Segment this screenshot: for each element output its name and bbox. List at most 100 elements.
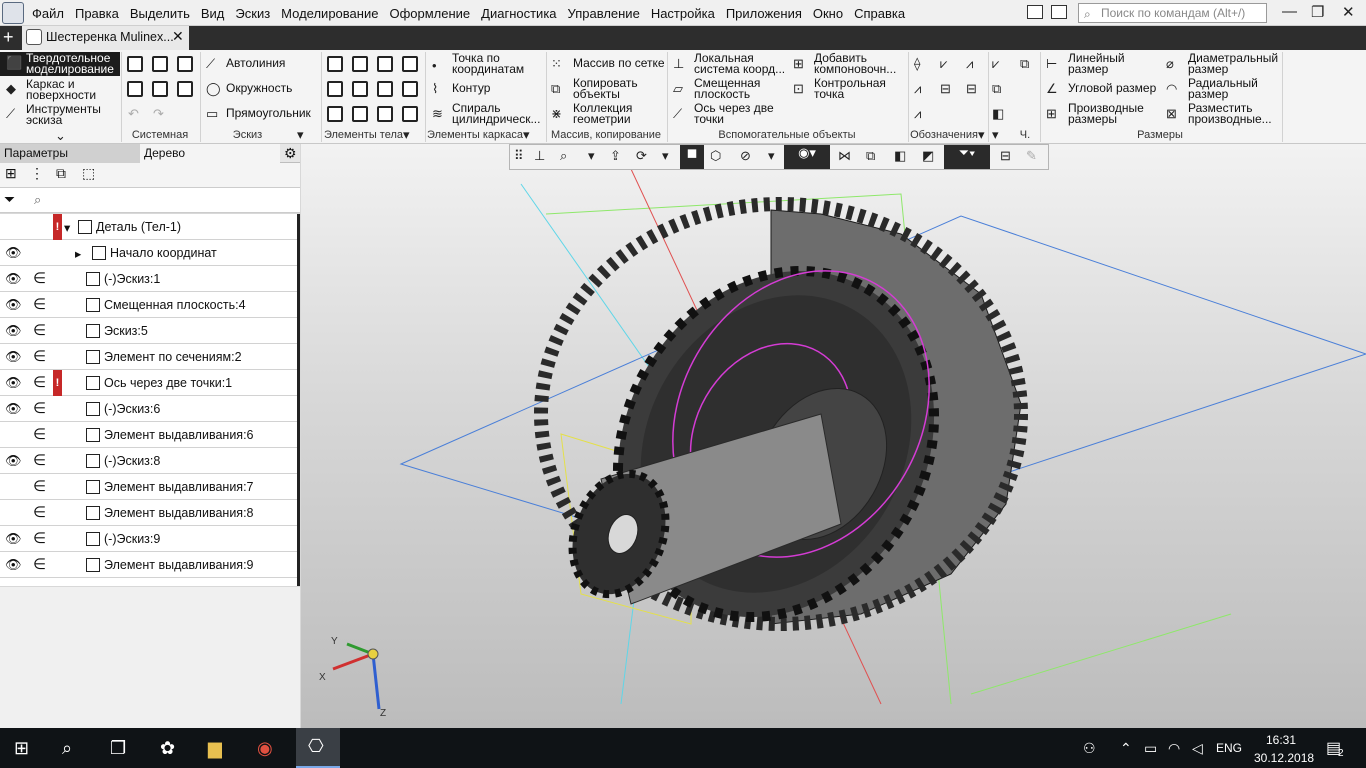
visibility-icon[interactable]: ◉▾ — [784, 145, 830, 169]
undo-icon[interactable]: ↶ — [128, 106, 139, 122]
section-view-icon[interactable]: ⋈ — [838, 148, 851, 164]
tree-row[interactable]: 👁 ∈ Смещенная плоскость:4 — [0, 292, 297, 318]
orientation-icon[interactable]: ⊥ — [534, 148, 545, 164]
menu-item[interactable]: Вид — [201, 6, 225, 21]
circle-button[interactable]: Окружность — [226, 82, 292, 94]
mode-surfaces[interactable]: Каркас и поверхности — [26, 78, 96, 101]
language-indicator[interactable]: ENG — [1216, 741, 1242, 755]
linear-dimension-button[interactable]: Линейный размер — [1068, 52, 1125, 75]
place-derived-button[interactable]: Разместить производные... — [1188, 102, 1272, 125]
grid-array-button[interactable]: Массив по сетке — [573, 57, 665, 69]
tree-row[interactable]: 👁 ∈ (-)Эскиз:6 — [0, 396, 297, 422]
tree-filter[interactable]: ⏷ ⌕ — [0, 187, 300, 213]
fillet-icon[interactable] — [327, 106, 343, 122]
windows-start-icon[interactable]: ⊞ — [14, 738, 29, 759]
menu-item[interactable]: Окно — [813, 6, 843, 21]
local-cs-button[interactable]: Локальная система коорд... — [694, 52, 785, 75]
layers-icon[interactable]: ⧉ — [866, 148, 875, 164]
explorer-icon[interactable]: ▆ — [208, 738, 222, 759]
copy-objects-button[interactable]: Копировать объекты — [573, 77, 638, 100]
gear-icon[interactable]: ⚙ — [284, 145, 297, 162]
chrome-icon[interactable]: ◉ — [257, 738, 273, 759]
cut-rotate-icon[interactable] — [352, 81, 368, 97]
panel-icon[interactable] — [1051, 5, 1067, 19]
geometry-collection-button[interactable]: Коллекция геометрии — [573, 102, 632, 125]
people-icon[interactable]: ⚇ — [1083, 740, 1096, 757]
relation-icon[interactable]: ∈ — [33, 451, 46, 469]
collapse-icon[interactable]: ▾ — [64, 220, 70, 235]
paint-icon[interactable]: ✿ — [160, 738, 175, 759]
tree-row[interactable]: ! ▾ Деталь (Тел-1) — [0, 214, 297, 240]
derived-dimensions-button[interactable]: Производные размеры — [1068, 102, 1144, 125]
view-icon[interactable]: ⧉ — [992, 81, 1001, 97]
tree-row[interactable]: 👁 ∈ (-)Эскиз:1 — [0, 266, 297, 292]
eye-icon[interactable]: 👁 — [5, 323, 22, 339]
cut-loft-icon[interactable] — [377, 81, 393, 97]
tree-row[interactable]: 👁 ∈ (-)Эскиз:8 — [0, 448, 297, 474]
rotate-view-icon[interactable]: ⟳ — [636, 148, 647, 164]
relation-icon[interactable]: ∈ — [33, 269, 46, 287]
filter-icon[interactable]: ⏷▾ — [944, 145, 990, 169]
eye-icon[interactable]: 👁 — [5, 245, 22, 261]
clock-time[interactable]: 16:31 — [1266, 733, 1296, 747]
menu-item[interactable]: Диагностика — [481, 6, 556, 21]
kompas-taskbar-button[interactable]: ⎔ — [296, 728, 340, 768]
perspective-icon[interactable]: ◩ — [922, 148, 934, 164]
radial-dimension-button[interactable]: Радиальный размер — [1188, 77, 1258, 100]
relation-icon[interactable]: ∈ — [33, 503, 46, 521]
menu-item[interactable]: Справка — [854, 6, 905, 21]
search-icon[interactable]: ⌕ — [62, 738, 72, 759]
filter-icon[interactable]: ⏷ — [4, 191, 15, 208]
chamfer-icon[interactable] — [352, 106, 368, 122]
axis-two-points-button[interactable]: Ось через две точки — [694, 102, 774, 125]
contour-button[interactable]: Контур — [452, 82, 490, 94]
zoom-icon[interactable]: ⌕ — [560, 148, 567, 164]
eye-icon[interactable]: 👁 — [5, 271, 22, 287]
battery-icon[interactable]: ▭ — [1144, 740, 1157, 757]
redo-icon[interactable]: ↷ — [153, 106, 164, 122]
mark-icon[interactable]: ⩘ — [914, 81, 921, 97]
tree-row[interactable]: 👁 ∈ Элемент выдавливания:9 — [0, 552, 297, 578]
display-icon[interactable]: ◧ — [894, 148, 906, 164]
properties-icon[interactable] — [152, 81, 168, 97]
delete-icon[interactable] — [177, 81, 193, 97]
eye-icon[interactable]: 👁 — [5, 401, 22, 417]
model-viewport[interactable]: Y X Z — [301, 144, 1366, 728]
clock-date[interactable]: 30.12.2018 — [1254, 751, 1314, 765]
menu-item[interactable]: Эскиз — [235, 6, 270, 21]
roughness-icon[interactable]: ⩗ — [940, 56, 947, 72]
sweep-icon[interactable] — [402, 56, 418, 72]
menu-item[interactable]: Приложения — [726, 6, 802, 21]
offset-plane-button[interactable]: Смещенная плоскость — [694, 77, 760, 100]
task-view-icon[interactable]: ❐ — [110, 738, 126, 759]
relation-icon[interactable]: ∈ — [33, 425, 46, 443]
dropdown-icon[interactable]: ▾ — [662, 148, 669, 164]
hide-icon[interactable]: ⊘ — [740, 148, 751, 164]
layout-icon[interactable] — [1027, 5, 1043, 19]
new-file-icon[interactable] — [127, 56, 143, 72]
tree-view-icon[interactable]: ⧉ — [56, 165, 66, 182]
tray-arrow-icon[interactable]: ⌃ — [1120, 740, 1132, 757]
tab-tree[interactable]: Дерево — [140, 144, 280, 163]
save-file-icon[interactable] — [177, 56, 193, 72]
open-file-icon[interactable] — [152, 56, 168, 72]
weld-icon[interactable]: ⩘ — [914, 106, 921, 122]
relation-icon[interactable]: ∈ — [33, 399, 46, 417]
dropdown-icon[interactable]: ▾ — [992, 127, 999, 143]
select-icon[interactable]: ⬚ — [82, 165, 95, 182]
wifi-icon[interactable]: ◠ — [1168, 740, 1180, 757]
print-icon[interactable] — [127, 81, 143, 97]
rib-icon[interactable] — [402, 106, 418, 122]
section-icon[interactable]: ◧ — [992, 106, 1004, 122]
wireframe-icon[interactable]: ⬡ — [710, 148, 721, 164]
expand-icon[interactable]: ⌄ — [55, 128, 66, 144]
tree-structure-icon[interactable]: ⊞ — [5, 165, 17, 182]
point-by-coords-button[interactable]: Точка по координатам — [452, 52, 524, 75]
leader-icon[interactable]: ⩘ — [966, 56, 973, 72]
tolerance-icon[interactable]: ⊟ — [966, 81, 977, 97]
rotate-icon[interactable] — [352, 56, 368, 72]
spiral-button[interactable]: Спираль цилиндрическ... — [452, 102, 540, 125]
pencil-icon[interactable]: ✎ — [1026, 148, 1037, 164]
add-layout-button[interactable]: Добавить компоновочн... — [814, 52, 896, 75]
menu-item[interactable]: Оформление — [389, 6, 470, 21]
